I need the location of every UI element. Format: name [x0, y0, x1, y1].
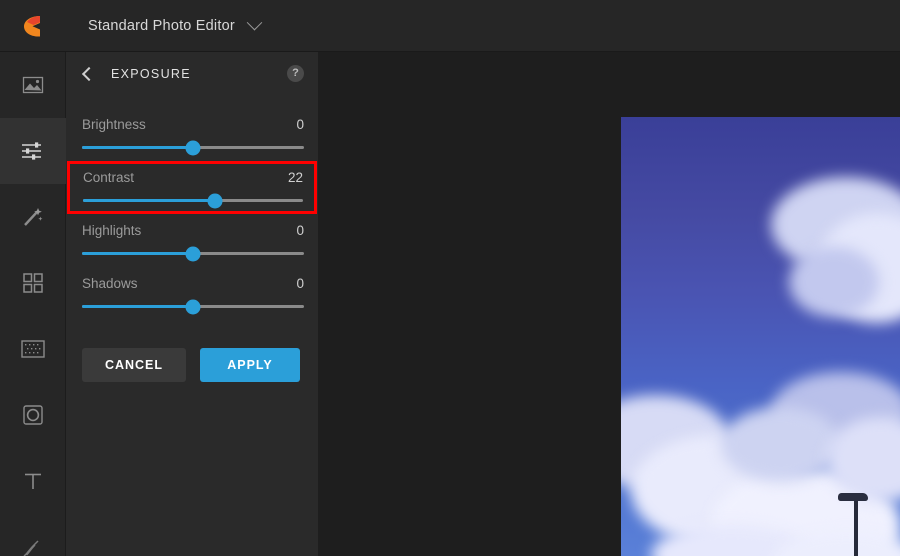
page-title: EXPOSURE [111, 67, 191, 81]
document-title: Standard Photo Editor [88, 17, 235, 34]
slider-label: Highlights [82, 223, 142, 238]
vignette-icon [23, 405, 43, 425]
chevron-left-icon[interactable] [81, 66, 97, 82]
slider-row-contrast[interactable]: Contrast 22 [67, 161, 317, 214]
texture-icon [21, 340, 45, 358]
chevron-down-icon[interactable] [246, 14, 263, 31]
sidebar-item-text[interactable] [0, 448, 66, 514]
sidebar-item-image[interactable] [0, 52, 66, 118]
cancel-button[interactable]: CANCEL [82, 348, 186, 382]
lamppost-pole [854, 494, 858, 556]
slider-handle[interactable] [207, 193, 223, 208]
slider-label: Shadows [82, 276, 138, 291]
panel-actions: CANCEL APPLY [66, 320, 318, 382]
top-bar: Standard Photo Editor [0, 0, 900, 52]
text-t-icon [25, 473, 41, 489]
grid-squares-icon [23, 273, 43, 293]
sidebar-item-frames[interactable] [0, 382, 66, 448]
slider-track[interactable] [82, 140, 304, 155]
panel-header: EXPOSURE ? [66, 52, 318, 96]
tool-rail [0, 52, 66, 556]
document-title-menu[interactable]: Standard Photo Editor [66, 14, 263, 34]
brand-c-logo-icon [24, 15, 40, 37]
photo-preview[interactable] [621, 117, 900, 556]
slider-fill [82, 305, 193, 308]
lamppost-head [838, 493, 868, 501]
slider-track[interactable] [83, 193, 303, 208]
slider-value: 0 [296, 223, 304, 238]
slider-value: 0 [296, 276, 304, 291]
magic-wand-icon [24, 208, 43, 226]
app-logo[interactable] [0, 0, 66, 52]
sliders-icon [22, 142, 41, 160]
slider-handle[interactable] [185, 299, 201, 314]
adjust-panel: EXPOSURE ? Brightness 0 Contrast 22 High… [66, 52, 318, 556]
sidebar-item-effects[interactable] [0, 184, 66, 250]
slider-value: 0 [296, 117, 304, 132]
slider-track[interactable] [82, 246, 304, 261]
slider-list: Brightness 0 Contrast 22 Highlights 0 Sh… [66, 96, 318, 320]
slider-handle[interactable] [185, 246, 201, 261]
photo-editor-app: Standard Photo Editor EXPOSURE ? Brightn… [0, 0, 900, 556]
slider-row-brightness[interactable]: Brightness 0 [66, 108, 318, 161]
slider-fill [82, 146, 193, 149]
brush-icon [23, 540, 39, 556]
slider-label: Brightness [82, 117, 146, 132]
slider-handle[interactable] [185, 140, 201, 155]
slider-row-shadows[interactable]: Shadows 0 [66, 267, 318, 320]
slider-label: Contrast [83, 170, 135, 185]
image-icon [22, 76, 44, 94]
sidebar-item-adjust[interactable] [0, 118, 66, 184]
question-mark-icon[interactable]: ? [287, 65, 304, 82]
apply-button[interactable]: APPLY [200, 348, 300, 382]
slider-row-highlights[interactable]: Highlights 0 [66, 214, 318, 267]
slider-fill [83, 199, 215, 202]
sidebar-item-texture[interactable] [0, 316, 66, 382]
sidebar-item-overlays[interactable] [0, 250, 66, 316]
sidebar-item-draw[interactable] [0, 514, 66, 556]
editor-canvas[interactable] [318, 52, 900, 556]
slider-fill [82, 252, 193, 255]
slider-value: 22 [287, 170, 303, 185]
slider-track[interactable] [82, 299, 304, 314]
